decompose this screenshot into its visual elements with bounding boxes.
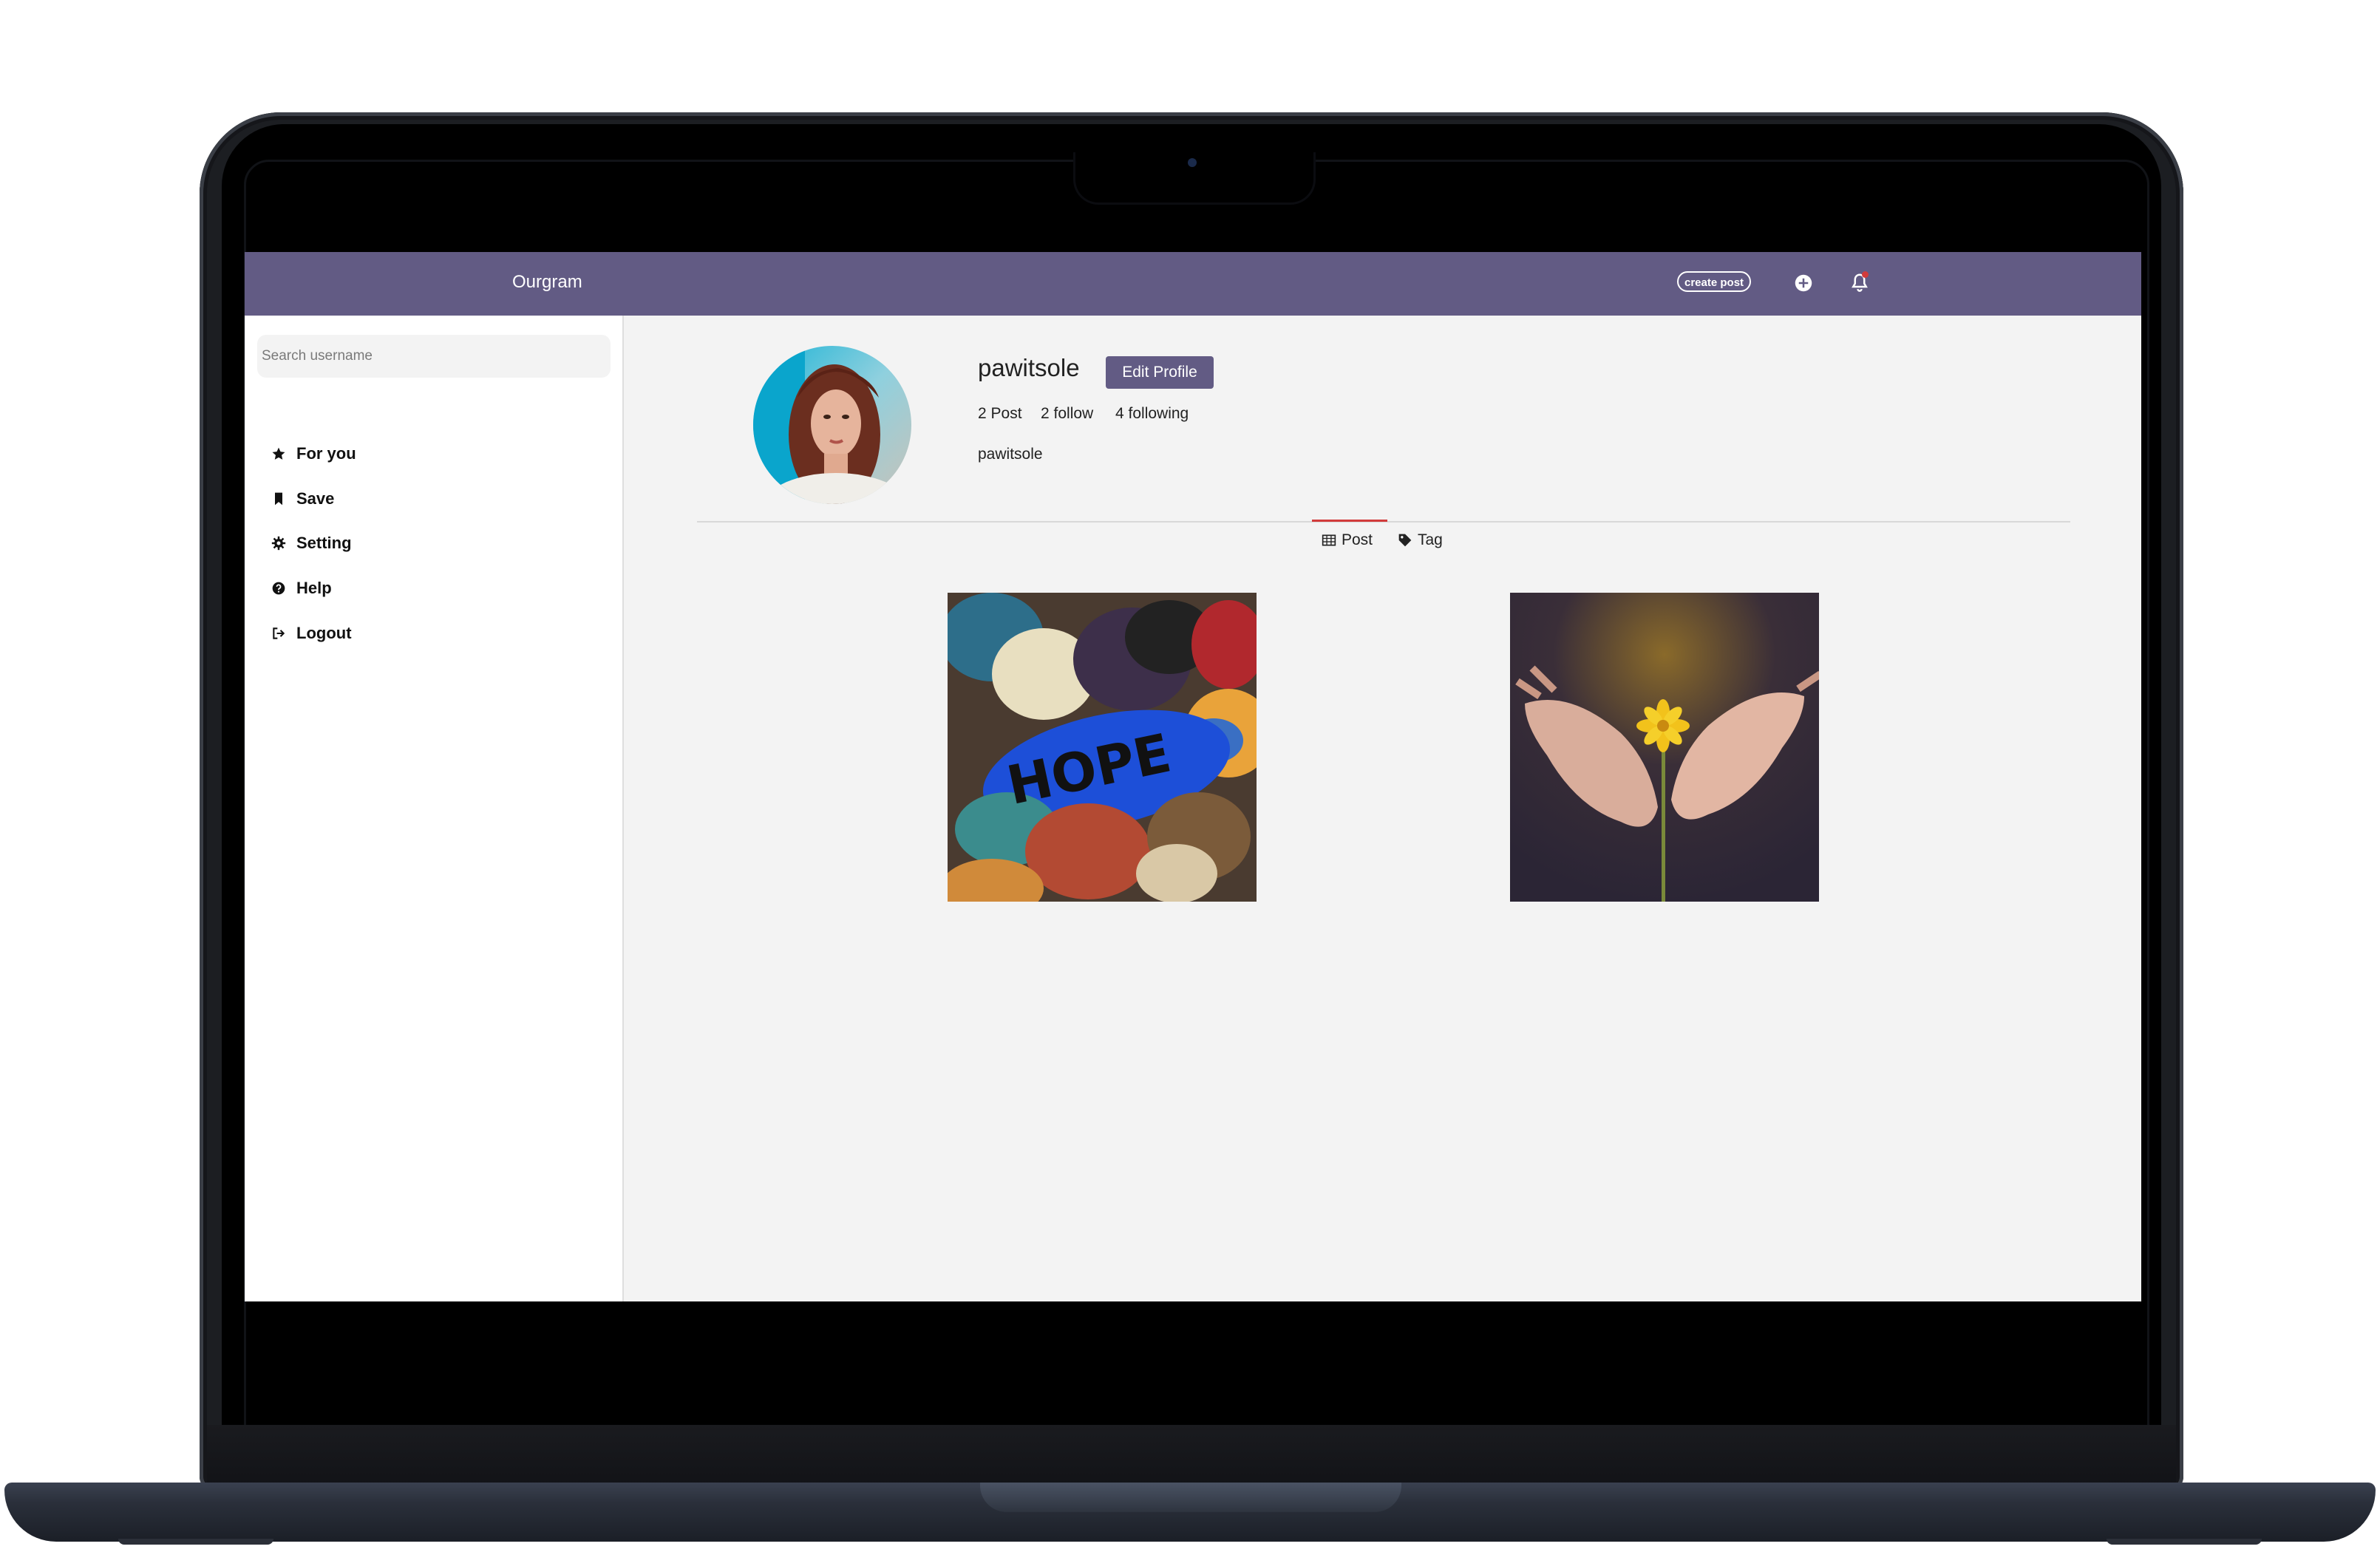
notification-badge	[1862, 271, 1869, 278]
post-count: 2 Post	[978, 405, 1022, 422]
sidebar-item-for-you[interactable]: For you	[271, 439, 356, 469]
tab-label: Post	[1342, 531, 1373, 548]
tab-post[interactable]: Post	[1322, 531, 1373, 549]
tag-icon	[1398, 534, 1412, 547]
plus-circle-icon[interactable]	[1792, 272, 1815, 294]
active-tab-indicator	[1312, 520, 1387, 522]
camera-icon	[1188, 158, 1197, 167]
painted-stones-image: HOPE	[948, 593, 1257, 902]
star-icon	[272, 447, 285, 460]
sidebar-item-logout[interactable]: Logout	[271, 619, 352, 648]
sidebar-item-label: Help	[296, 579, 332, 597]
sidebar-item-label: Setting	[296, 534, 352, 552]
following-count[interactable]: 4 following	[1115, 405, 1189, 423]
sidebar-item-setting[interactable]: Setting	[271, 528, 352, 558]
sidebar-item-label: Save	[296, 489, 335, 508]
post-thumbnail[interactable]	[1510, 593, 1819, 902]
table-grid-icon	[1322, 534, 1336, 546]
laptop-foot-left	[118, 1539, 273, 1545]
sidebar-item-save[interactable]: Save	[271, 484, 334, 514]
sidebar-item-label: For you	[296, 444, 356, 463]
sidebar: For you Save Setting Help Logout	[245, 316, 624, 1301]
hands-flower-image	[1510, 593, 1819, 902]
sidebar-item-label: Logout	[296, 624, 352, 642]
tab-tag[interactable]: Tag	[1398, 531, 1443, 549]
profile-username: pawitsole	[978, 354, 1080, 381]
bezel-bottom	[207, 1425, 2176, 1485]
avatar[interactable]	[753, 346, 911, 504]
logout-icon	[273, 627, 285, 639]
post-thumbnail[interactable]: HOPE	[948, 593, 1257, 902]
tab-label: Tag	[1418, 531, 1443, 548]
bookmark-icon	[275, 492, 282, 506]
laptop-foot-right	[2107, 1539, 2262, 1545]
top-navbar: Ourgram create post	[245, 252, 2141, 316]
gear-icon	[271, 536, 286, 551]
brand-title[interactable]: Ourgram	[512, 272, 582, 293]
question-circle-icon	[272, 582, 285, 595]
create-post-button[interactable]: create post	[1677, 271, 1752, 292]
follow-count[interactable]: 2 follow	[1041, 405, 1093, 423]
profile-display-name: pawitsole	[978, 446, 1043, 463]
sidebar-item-help[interactable]: Help	[271, 574, 332, 603]
search-input[interactable]	[257, 335, 611, 378]
base-opening	[980, 1483, 1401, 1512]
app-screen: Ourgram create post For you Save Setting…	[245, 252, 2141, 1301]
edit-profile-button[interactable]: Edit Profile	[1106, 356, 1214, 389]
